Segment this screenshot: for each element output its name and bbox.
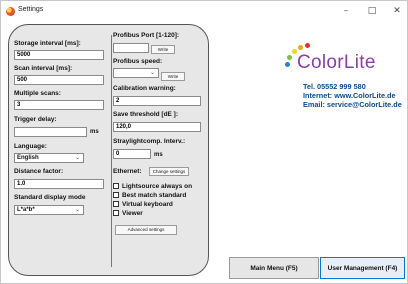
display-mode-value: L*a*b* bbox=[17, 207, 35, 213]
calibration-warning-input[interactable]: 2 bbox=[113, 96, 201, 106]
profibus-port-input[interactable] bbox=[113, 43, 149, 53]
standard-display-mode-label: Standard display mode bbox=[14, 194, 86, 201]
minimize-button[interactable]: – bbox=[336, 3, 356, 19]
colorlite-logo: ColorLite bbox=[281, 41, 401, 77]
trigger-delay-label: Trigger delay: bbox=[14, 116, 57, 123]
maximize-button[interactable]: □ bbox=[362, 3, 382, 19]
logo-dot-blue bbox=[285, 62, 290, 67]
straylight-unit: ms bbox=[154, 152, 163, 158]
advanced-settings-button[interactable]: Advanced settings bbox=[115, 225, 177, 235]
trigger-delay-input[interactable] bbox=[14, 127, 87, 137]
logo-dot-red bbox=[305, 43, 310, 48]
contact-internet: Internet: www.ColorLite.de bbox=[303, 91, 396, 100]
lightsource-label: Lightsource always on bbox=[122, 182, 193, 190]
display-mode-select[interactable]: L*a*b* ⌄ bbox=[14, 205, 84, 215]
chevron-down-icon: ⌄ bbox=[74, 207, 80, 213]
user-management-button[interactable]: User Management (F4) bbox=[320, 257, 405, 279]
best-match-checkbox-row[interactable]: Best match standard bbox=[113, 191, 186, 199]
lightsource-checkbox-row[interactable]: Lightsource always on bbox=[113, 182, 192, 190]
logo-text: ColorLite bbox=[297, 52, 376, 73]
window-title: Settings bbox=[18, 6, 44, 13]
contact-phone: Tel. 05552 999 580 bbox=[303, 82, 366, 91]
save-threshold-label: Save threshold [dE ]: bbox=[113, 111, 179, 118]
settings-window: Settings – □ ✕ Storage interval [ms]: 50… bbox=[0, 0, 408, 284]
profibus-speed-write-button[interactable]: Write bbox=[161, 72, 185, 81]
virtual-keyboard-label: Virtual keyboard bbox=[122, 200, 173, 208]
best-match-label: Best match standard bbox=[122, 191, 187, 199]
calibration-warning-label: Calibration warning: bbox=[113, 85, 176, 92]
storage-interval-label: Storage interval [ms]: bbox=[14, 40, 81, 47]
distance-factor-label: Distance factor: bbox=[14, 168, 64, 175]
straylight-input[interactable]: 0 bbox=[113, 149, 151, 159]
main-menu-button[interactable]: Main Menu (F5) bbox=[229, 257, 319, 279]
viewer-label: Viewer bbox=[122, 209, 143, 217]
close-button[interactable]: ✕ bbox=[387, 3, 407, 19]
trigger-delay-unit: ms bbox=[90, 129, 99, 135]
language-select[interactable]: English ⌄ bbox=[14, 153, 84, 163]
multiple-scans-label: Multiple scans: bbox=[14, 90, 61, 97]
viewer-checkbox-row[interactable]: Viewer bbox=[113, 209, 143, 217]
straylight-label: Straylightcomp. Interv.: bbox=[113, 138, 186, 145]
virtual-keyboard-checkbox[interactable] bbox=[113, 201, 119, 207]
logo-dot-green bbox=[287, 55, 292, 60]
change-settings-button[interactable]: Change settings bbox=[149, 167, 189, 176]
logo-dot-orange bbox=[298, 45, 303, 50]
profibus-port-label: Profibus Port [1-120]: bbox=[113, 32, 180, 39]
profibus-speed-select[interactable]: ⌄ bbox=[113, 68, 159, 78]
profibus-speed-label: Profibus speed: bbox=[113, 58, 163, 65]
scan-interval-input[interactable]: 500 bbox=[14, 75, 104, 85]
virtual-keyboard-checkbox-row[interactable]: Virtual keyboard bbox=[113, 200, 173, 208]
best-match-checkbox[interactable] bbox=[113, 192, 119, 198]
app-icon bbox=[6, 7, 15, 16]
language-value: English bbox=[17, 155, 39, 161]
multiple-scans-input[interactable]: 3 bbox=[14, 100, 104, 110]
distance-factor-input[interactable]: 1.0 bbox=[14, 179, 104, 189]
chevron-down-icon: ⌄ bbox=[149, 70, 155, 76]
scan-interval-label: Scan interval [ms]: bbox=[14, 65, 73, 72]
contact-email: Email: service@ColorLite.de bbox=[303, 100, 402, 109]
lightsource-checkbox[interactable] bbox=[113, 183, 119, 189]
ethernet-label: Ethernet: bbox=[113, 168, 142, 175]
settings-panel: Storage interval [ms]: 5000 Scan interva… bbox=[8, 24, 209, 276]
column-divider bbox=[111, 35, 112, 267]
title-bar: Settings – □ ✕ bbox=[1, 1, 407, 23]
viewer-checkbox[interactable] bbox=[113, 210, 119, 216]
save-threshold-input[interactable]: 120,0 bbox=[113, 122, 201, 132]
language-label: Language: bbox=[14, 143, 47, 150]
storage-interval-input[interactable]: 5000 bbox=[14, 50, 104, 60]
profibus-port-write-button[interactable]: Write bbox=[151, 45, 175, 54]
chevron-down-icon: ⌄ bbox=[74, 155, 80, 161]
